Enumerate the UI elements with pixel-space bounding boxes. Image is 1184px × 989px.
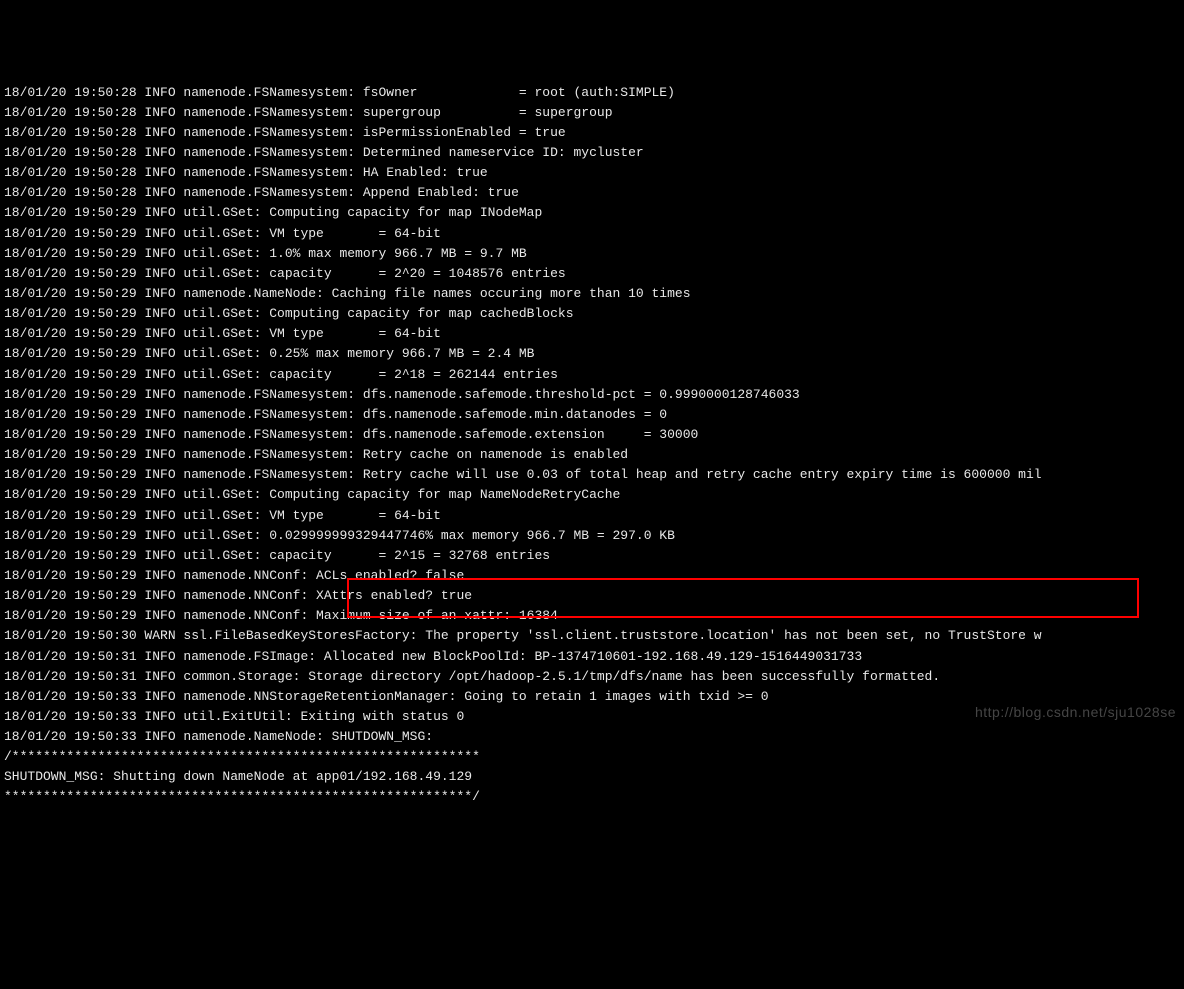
log-line: 18/01/20 19:50:29 INFO util.GSet: capaci… [4, 546, 1180, 566]
log-line: 18/01/20 19:50:31 INFO common.Storage: S… [4, 667, 1180, 687]
log-line: /***************************************… [4, 747, 1180, 767]
log-line: SHUTDOWN_MSG: Shutting down NameNode at … [4, 767, 1180, 787]
log-line: 18/01/20 19:50:28 INFO namenode.FSNamesy… [4, 103, 1180, 123]
log-line: 18/01/20 19:50:29 INFO util.GSet: capaci… [4, 365, 1180, 385]
log-line: 18/01/20 19:50:31 INFO namenode.FSImage:… [4, 647, 1180, 667]
log-line: 18/01/20 19:50:28 INFO namenode.FSNamesy… [4, 163, 1180, 183]
log-line: 18/01/20 19:50:29 INFO util.GSet: VM typ… [4, 224, 1180, 244]
log-line: 18/01/20 19:50:29 INFO util.GSet: VM typ… [4, 506, 1180, 526]
log-line: 18/01/20 19:50:29 INFO util.GSet: Comput… [4, 203, 1180, 223]
log-line: 18/01/20 19:50:29 INFO util.GSet: 1.0% m… [4, 244, 1180, 264]
log-line: 18/01/20 19:50:28 INFO namenode.FSNamesy… [4, 143, 1180, 163]
log-line: 18/01/20 19:50:29 INFO util.GSet: capaci… [4, 264, 1180, 284]
log-line: 18/01/20 19:50:29 INFO namenode.FSNamesy… [4, 425, 1180, 445]
log-line: 18/01/20 19:50:29 INFO namenode.NNConf: … [4, 606, 1180, 626]
log-line: 18/01/20 19:50:29 INFO namenode.NameNode… [4, 284, 1180, 304]
log-line: 18/01/20 19:50:30 WARN ssl.FileBasedKeyS… [4, 626, 1180, 646]
log-line: 18/01/20 19:50:29 INFO util.GSet: 0.0299… [4, 526, 1180, 546]
log-line: 18/01/20 19:50:29 INFO util.GSet: 0.25% … [4, 344, 1180, 364]
log-line: 18/01/20 19:50:29 INFO util.GSet: Comput… [4, 304, 1180, 324]
log-line: 18/01/20 19:50:29 INFO namenode.NNConf: … [4, 586, 1180, 606]
log-line: 18/01/20 19:50:29 INFO namenode.NNConf: … [4, 566, 1180, 586]
log-line: 18/01/20 19:50:29 INFO namenode.FSNamesy… [4, 445, 1180, 465]
log-line: 18/01/20 19:50:29 INFO util.GSet: VM typ… [4, 324, 1180, 344]
log-line: 18/01/20 19:50:28 INFO namenode.FSNamesy… [4, 123, 1180, 143]
watermark-text: http://blog.csdn.net/sju1028se [975, 702, 1176, 724]
log-line: 18/01/20 19:50:28 INFO namenode.FSNamesy… [4, 183, 1180, 203]
log-line: 18/01/20 19:50:28 INFO namenode.FSNamesy… [4, 83, 1180, 103]
log-line: 18/01/20 19:50:29 INFO namenode.FSNamesy… [4, 465, 1180, 485]
log-line: 18/01/20 19:50:29 INFO namenode.FSNamesy… [4, 405, 1180, 425]
log-line: 18/01/20 19:50:29 INFO util.GSet: Comput… [4, 485, 1180, 505]
log-line: ****************************************… [4, 787, 1180, 807]
log-line: 18/01/20 19:50:33 INFO namenode.NameNode… [4, 727, 1180, 747]
terminal-output: 18/01/20 19:50:28 INFO namenode.FSNamesy… [4, 83, 1180, 808]
log-line: 18/01/20 19:50:29 INFO namenode.FSNamesy… [4, 385, 1180, 405]
